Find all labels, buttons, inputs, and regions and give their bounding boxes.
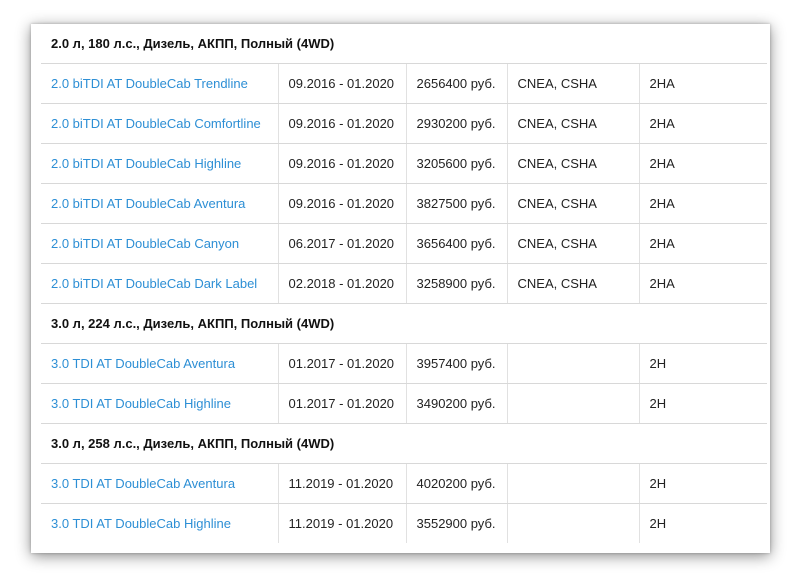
price-cell: 3827500 руб. — [406, 183, 508, 224]
period-cell: 01.2017 - 01.2020 — [278, 343, 407, 384]
model-link[interactable]: 2.0 biTDI AT DoubleCab Dark Label — [51, 276, 257, 291]
engine-group-header: 3.0 л, 224 л.с., Дизель, АКПП, Полный (4… — [41, 303, 768, 344]
price-cell: 3205600 руб. — [406, 143, 508, 184]
price-cell: 3957400 руб. — [406, 343, 508, 384]
body-code-cell: 2HA — [639, 143, 768, 184]
period-cell: 01.2017 - 01.2020 — [278, 383, 407, 424]
engine-group-title: 3.0 л, 224 л.с., Дизель, АКПП, Полный (4… — [41, 303, 768, 344]
body-code-cell: 2HA — [639, 63, 768, 104]
table-row: 2.0 biTDI AT DoubleCab Comfortline 09.20… — [41, 103, 768, 144]
model-link[interactable]: 2.0 biTDI AT DoubleCab Canyon — [51, 236, 239, 251]
model-cell: 3.0 TDI AT DoubleCab Aventura — [41, 463, 279, 504]
model-link[interactable]: 2.0 biTDI AT DoubleCab Highline — [51, 156, 241, 171]
engine-group-header: 3.0 л, 258 л.с., Дизель, АКПП, Полный (4… — [41, 423, 768, 464]
table-row: 3.0 TDI AT DoubleCab Highline 01.2017 - … — [41, 383, 768, 424]
table-row: 2.0 biTDI AT DoubleCab Trendline 09.2016… — [41, 63, 768, 104]
body-code-cell: 2HA — [639, 263, 768, 304]
period-cell: 11.2019 - 01.2020 — [278, 463, 407, 504]
body-code-cell: 2HA — [639, 183, 768, 224]
engine-code-cell: CNEA, CSHA — [507, 223, 640, 264]
table-row: 3.0 TDI AT DoubleCab Highline 11.2019 - … — [41, 503, 767, 543]
table-row: 2.0 biTDI AT DoubleCab Highline 09.2016 … — [41, 143, 768, 184]
model-cell: 2.0 biTDI AT DoubleCab Aventura — [41, 183, 279, 224]
body-code-cell: 2H — [639, 463, 768, 504]
model-link[interactable]: 3.0 TDI AT DoubleCab Highline — [51, 516, 231, 531]
engine-code-cell: CNEA, CSHA — [507, 63, 640, 104]
engine-code-cell: CNEA, CSHA — [507, 103, 640, 144]
body-code-cell: 2HA — [639, 223, 768, 264]
model-cell: 2.0 biTDI AT DoubleCab Canyon — [41, 223, 279, 264]
period-cell: 09.2016 - 01.2020 — [278, 63, 407, 104]
trim-list-card: 2.0 л, 180 л.с., Дизель, АКПП, Полный (4… — [31, 24, 770, 553]
body-code-cell: 2H — [639, 383, 768, 424]
model-cell: 2.0 biTDI AT DoubleCab Trendline — [41, 63, 279, 104]
body-code-cell: 2HA — [639, 103, 768, 144]
model-cell: 2.0 biTDI AT DoubleCab Highline — [41, 143, 279, 184]
price-cell: 2656400 руб. — [406, 63, 508, 104]
engine-code-cell: CNEA, CSHA — [507, 183, 640, 224]
body-code-cell: 2H — [639, 343, 768, 384]
table-row: 2.0 biTDI AT DoubleCab Aventura 09.2016 … — [41, 183, 768, 224]
model-link[interactable]: 2.0 biTDI AT DoubleCab Comfortline — [51, 116, 261, 131]
model-cell: 3.0 TDI AT DoubleCab Highline — [41, 503, 279, 543]
model-link[interactable]: 2.0 biTDI AT DoubleCab Aventura — [51, 196, 245, 211]
engine-group-header: 2.0 л, 180 л.с., Дизель, АКПП, Полный (4… — [41, 24, 768, 64]
model-cell: 2.0 biTDI AT DoubleCab Dark Label — [41, 263, 279, 304]
period-cell: 06.2017 - 01.2020 — [278, 223, 407, 264]
model-link[interactable]: 2.0 biTDI AT DoubleCab Trendline — [51, 76, 248, 91]
trim-table-body: 2.0 л, 180 л.с., Дизель, АКПП, Полный (4… — [41, 24, 768, 543]
period-cell: 11.2019 - 01.2020 — [278, 503, 407, 543]
engine-group-title: 3.0 л, 258 л.с., Дизель, АКПП, Полный (4… — [41, 423, 768, 464]
model-link[interactable]: 3.0 TDI AT DoubleCab Highline — [51, 396, 231, 411]
price-cell: 3490200 руб. — [406, 383, 508, 424]
table-row: 2.0 biTDI AT DoubleCab Dark Label 02.201… — [41, 263, 768, 304]
table-row: 2.0 biTDI AT DoubleCab Canyon 06.2017 - … — [41, 223, 768, 264]
model-link[interactable]: 3.0 TDI AT DoubleCab Aventura — [51, 476, 235, 491]
engine-code-cell: CNEA, CSHA — [507, 263, 640, 304]
period-cell: 09.2016 - 01.2020 — [278, 103, 407, 144]
price-cell: 4020200 руб. — [406, 463, 508, 504]
table-row: 3.0 TDI AT DoubleCab Aventura 01.2017 - … — [41, 343, 768, 384]
model-cell: 2.0 biTDI AT DoubleCab Comfortline — [41, 103, 279, 144]
body-code-cell: 2H — [649, 516, 667, 531]
price-cell: 3258900 руб. — [406, 263, 508, 304]
engine-code-cell — [507, 343, 640, 384]
period-cell: 09.2016 - 01.2020 — [278, 143, 407, 184]
price-cell: 2930200 руб. — [406, 103, 508, 144]
table-row: 3.0 TDI AT DoubleCab Aventura 11.2019 - … — [41, 463, 768, 504]
trim-table: 2.0 л, 180 л.с., Дизель, АКПП, Полный (4… — [41, 24, 768, 543]
model-cell: 3.0 TDI AT DoubleCab Aventura — [41, 343, 279, 384]
engine-code-cell: CNEA, CSHA — [507, 143, 640, 184]
period-cell: 09.2016 - 01.2020 — [278, 183, 407, 224]
engine-code-cell — [507, 503, 640, 543]
price-cell: 3656400 руб. — [406, 223, 508, 264]
model-link[interactable]: 3.0 TDI AT DoubleCab Aventura — [51, 356, 235, 371]
engine-code-cell — [507, 463, 640, 504]
period-cell: 02.2018 - 01.2020 — [278, 263, 407, 304]
price-cell: 3552900 руб. — [406, 503, 508, 543]
engine-code-cell — [507, 383, 640, 424]
model-cell: 3.0 TDI AT DoubleCab Highline — [41, 383, 279, 424]
engine-group-title: 2.0 л, 180 л.с., Дизель, АКПП, Полный (4… — [41, 24, 768, 64]
